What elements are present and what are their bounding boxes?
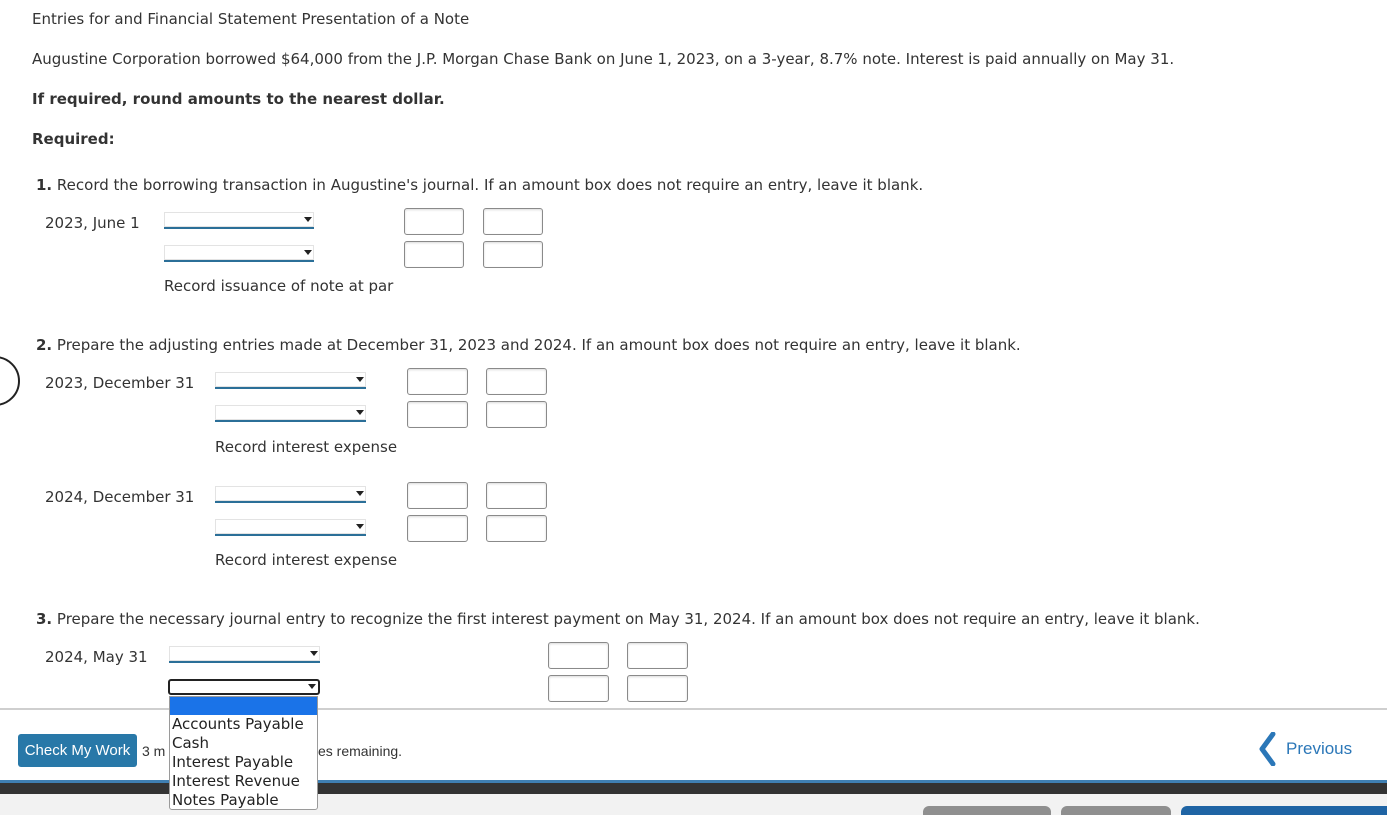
page-title: Entries for and Financial Statement Pres… xyxy=(32,10,470,28)
chevron-down-icon xyxy=(304,250,312,255)
q2-entry-date-1: 2023, December 31 xyxy=(45,374,195,392)
q2b-account-select-1[interactable] xyxy=(215,486,366,503)
account-dropdown-list[interactable]: Accounts Payable Cash Interest Payable I… xyxy=(169,696,318,810)
question-3-number: 3. xyxy=(36,610,53,628)
q3-credit-input-1[interactable] xyxy=(627,642,688,669)
attempts-remaining-text: es remaining. xyxy=(318,743,403,759)
question-2: 2. Prepare the adjusting entries made at… xyxy=(36,336,1021,354)
q2b-account-select-2[interactable] xyxy=(215,519,366,536)
dropdown-option[interactable]: Interest Revenue xyxy=(170,772,317,791)
q1-entry-note: Record issuance of note at par xyxy=(164,277,394,295)
dropdown-option[interactable]: Cash xyxy=(170,734,317,753)
q1-debit-input-1[interactable] xyxy=(404,208,464,235)
q1-entry-date: 2023, June 1 xyxy=(45,214,140,232)
dropdown-option[interactable]: Notes Payable xyxy=(170,791,317,810)
q2a-account-select-2[interactable] xyxy=(215,405,366,422)
q3-credit-input-2[interactable] xyxy=(627,675,688,702)
question-3-text: Prepare the necessary journal entry to r… xyxy=(56,610,1200,628)
q2b-credit-input-1[interactable] xyxy=(486,482,547,509)
q1-account-select-2[interactable] xyxy=(164,245,314,262)
chevron-down-icon xyxy=(356,524,364,529)
q3-debit-input-2[interactable] xyxy=(548,675,609,702)
q1-debit-input-2[interactable] xyxy=(404,241,464,268)
footer-tab-1[interactable] xyxy=(923,806,1051,815)
q1-account-select-1[interactable] xyxy=(164,212,314,229)
cursor-circle xyxy=(0,356,20,406)
q1-credit-input-1[interactable] xyxy=(483,208,543,235)
q3-entry-date: 2024, May 31 xyxy=(45,648,148,666)
q2a-credit-input-2[interactable] xyxy=(486,401,547,428)
q2-entry-date-2: 2024, December 31 xyxy=(45,488,195,506)
question-1: 1. Record the borrowing transaction in A… xyxy=(36,176,923,194)
check-my-work-button[interactable]: Check My Work xyxy=(18,734,137,767)
previous-button[interactable]: Previous xyxy=(1258,731,1353,767)
q3-debit-input-1[interactable] xyxy=(548,642,609,669)
question-2-number: 2. xyxy=(36,336,53,354)
q2a-entry-note: Record interest expense xyxy=(215,438,398,456)
footer-tab-3[interactable] xyxy=(1181,806,1387,815)
question-3: 3. Prepare the necessary journal entry t… xyxy=(36,610,1200,628)
q2a-account-select-1[interactable] xyxy=(215,372,366,389)
chevron-down-icon xyxy=(356,491,364,496)
q2a-credit-input-1[interactable] xyxy=(486,368,547,395)
q2b-debit-input-2[interactable] xyxy=(407,515,468,542)
question-2-text: Prepare the adjusting entries made at De… xyxy=(56,336,1021,354)
q2b-entry-note: Record interest expense xyxy=(215,551,398,569)
chevron-down-icon xyxy=(356,377,364,382)
previous-label: Previous xyxy=(1286,739,1353,758)
chevron-left-icon xyxy=(1258,731,1276,767)
chevron-down-icon xyxy=(304,217,312,222)
q3-account-select-2[interactable] xyxy=(168,679,320,695)
rounding-instruction: If required, round amounts to the neares… xyxy=(32,90,445,108)
chevron-down-icon xyxy=(356,410,364,415)
dropdown-option[interactable]: Interest Payable xyxy=(170,753,317,772)
chevron-down-icon xyxy=(310,651,318,656)
q1-credit-input-2[interactable] xyxy=(483,241,543,268)
question-1-text: Record the borrowing transaction in Augu… xyxy=(56,176,924,194)
required-heading: Required: xyxy=(32,130,115,148)
problem-intro: Augustine Corporation borrowed $64,000 f… xyxy=(32,50,1175,68)
footer-tab-2[interactable] xyxy=(1061,806,1171,815)
q2b-debit-input-1[interactable] xyxy=(407,482,468,509)
q2b-credit-input-2[interactable] xyxy=(486,515,547,542)
attempts-prefix: 3 m xyxy=(142,743,166,759)
chevron-down-icon xyxy=(308,684,316,689)
q2a-debit-input-1[interactable] xyxy=(407,368,468,395)
dropdown-option[interactable]: Accounts Payable xyxy=(170,715,317,734)
dropdown-option-blank-selected[interactable] xyxy=(170,697,317,715)
q3-account-select-1[interactable] xyxy=(169,646,320,663)
question-1-number: 1. xyxy=(36,176,53,194)
q2a-debit-input-2[interactable] xyxy=(407,401,468,428)
